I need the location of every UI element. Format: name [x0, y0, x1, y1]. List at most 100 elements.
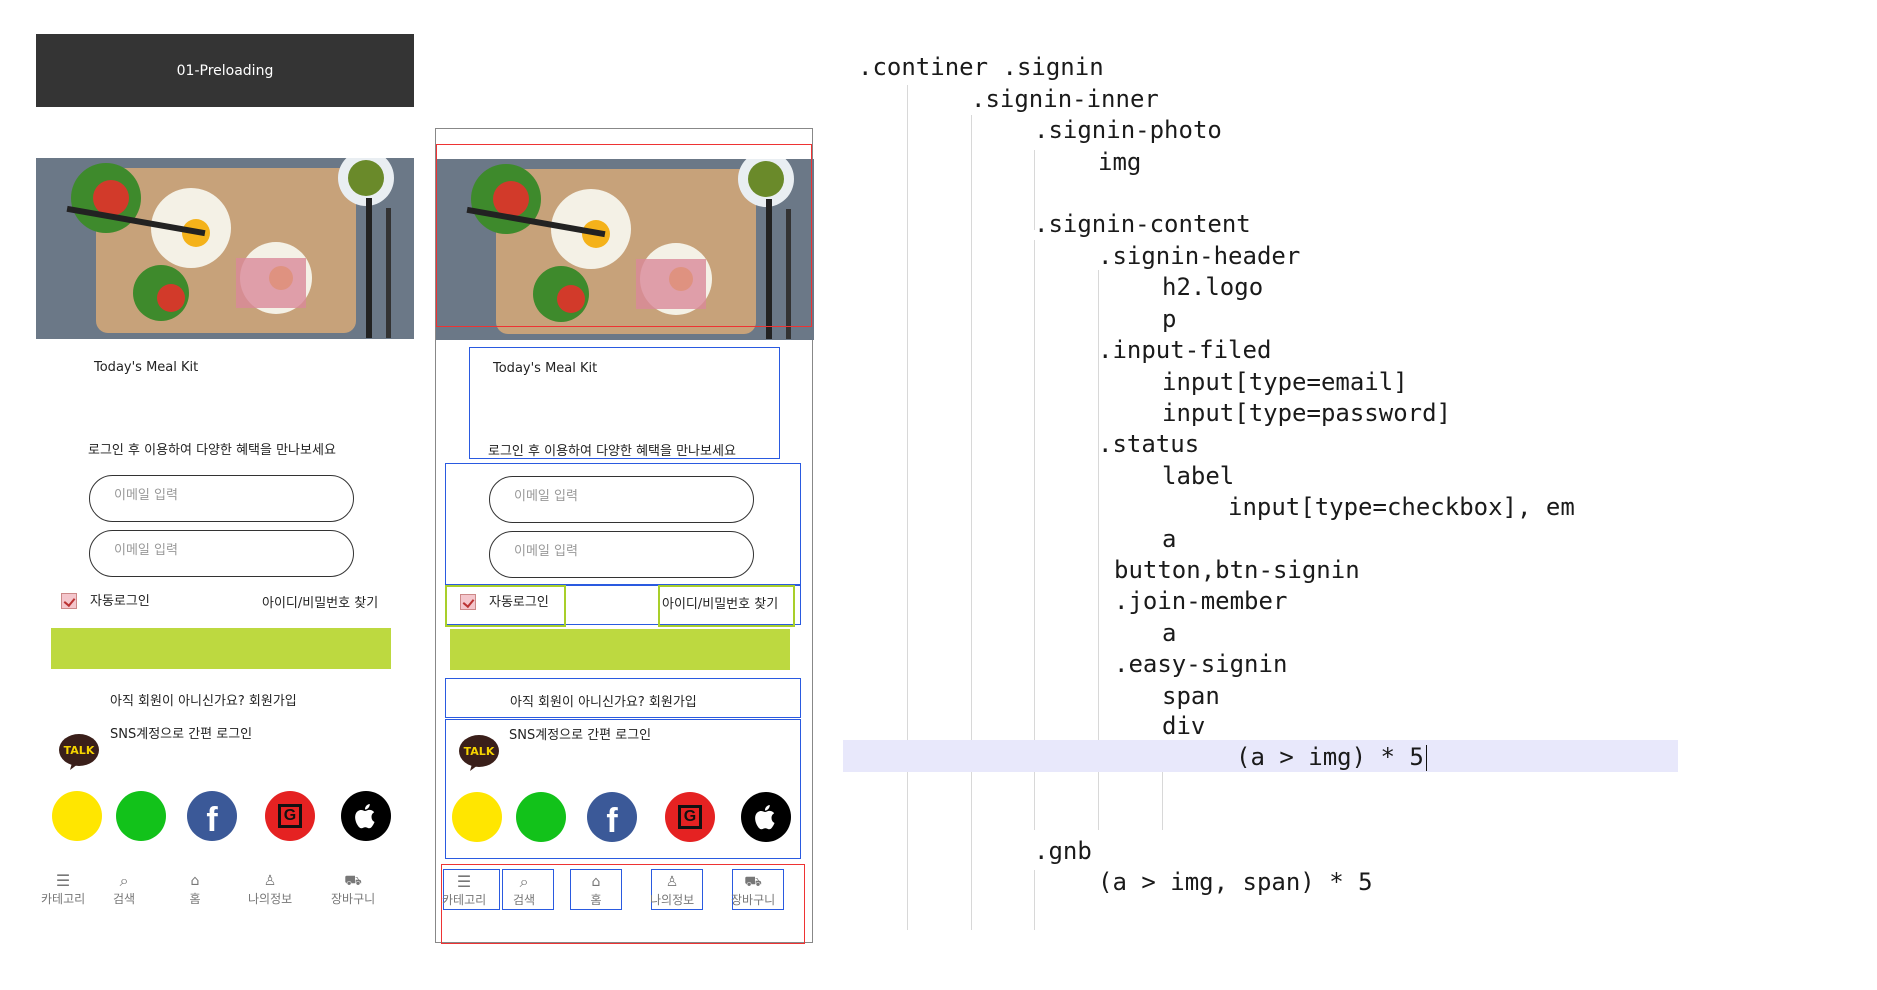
code-line: .input-filed: [1098, 336, 1272, 364]
join-member-link[interactable]: 아직 회원이 아니신가요? 회원가입: [510, 691, 697, 710]
mockup-plain: Today's Meal Kit 로그인 후 이용하여 다양한 혜택을 만나보세…: [36, 128, 414, 943]
signin-photo: [36, 158, 414, 339]
facebook-login-button[interactable]: f: [187, 791, 237, 841]
naver-login-button[interactable]: [516, 792, 566, 842]
join-member-link[interactable]: 아직 회원이 아니신가요? 회원가입: [110, 690, 297, 709]
find-account-link[interactable]: 아이디/비밀번호 찾기: [662, 593, 778, 612]
google-login-button[interactable]: G: [665, 792, 715, 842]
indent-guide: [971, 115, 972, 930]
code-line: p: [1162, 305, 1177, 333]
facebook-icon: f: [606, 801, 618, 840]
svg-text:TALK: TALK: [464, 745, 495, 758]
google-icon: G: [678, 805, 702, 829]
gnb-category[interactable]: ☰ 카테고리: [442, 874, 486, 908]
gnb-label: 홈: [590, 893, 602, 907]
code-line-active: (a > img) * 5: [1236, 743, 1427, 771]
password-input[interactable]: 이메일 입력: [89, 530, 354, 577]
text-cursor: [1425, 745, 1427, 771]
code-line: .signin-content: [1034, 210, 1251, 238]
password-input[interactable]: 이메일 입력: [489, 531, 754, 578]
kakao-login-button[interactable]: [52, 791, 102, 841]
naver-login-button[interactable]: [116, 791, 166, 841]
code-line: a: [1162, 525, 1177, 553]
code-line: a: [1162, 619, 1177, 647]
code-line: .signin-inner: [971, 85, 1159, 113]
cart-icon: ⛟: [744, 874, 762, 890]
google-login-button[interactable]: G: [265, 791, 315, 841]
auto-login-label: 자동로그인: [90, 594, 150, 609]
auto-login-checkbox[interactable]: [460, 594, 476, 610]
photo-outline: [436, 144, 812, 327]
gnb-mypage[interactable]: ♙ 나의정보: [248, 873, 292, 907]
logo-title: Today's Meal Kit: [493, 361, 598, 376]
search-icon: ⌕: [519, 872, 529, 891]
gnb-category[interactable]: ☰ 카테고리: [41, 873, 85, 907]
gnb-label: 카테고리: [442, 893, 487, 907]
gnb-label: 카테고리: [41, 892, 86, 906]
home-icon: ⌂: [591, 874, 601, 890]
gnb-home[interactable]: ⌂ 홈: [587, 874, 605, 908]
code-line: .continer .signin: [858, 53, 1104, 81]
easy-signin-title: SNS계정으로 간편 로그인: [509, 728, 652, 743]
apple-login-button[interactable]: [741, 792, 791, 842]
code-line: label: [1162, 462, 1235, 490]
gnb-cart[interactable]: ⛟ 장바구니: [331, 873, 375, 907]
gnb-label: 나의정보: [248, 892, 293, 906]
logo-title: Today's Meal Kit: [94, 360, 199, 375]
preloading-label: 01-Preloading: [36, 34, 414, 107]
gnb-label: 장바구니: [331, 892, 376, 906]
code-line: input[type=email]: [1162, 368, 1408, 396]
menu-icon: ☰: [55, 871, 71, 890]
auto-login-label: 자동로그인: [489, 595, 549, 610]
code-line: .signin-photo: [1034, 116, 1222, 144]
user-icon: ♙: [263, 873, 277, 889]
mockup-annotated: Today's Meal Kit 로그인 후 이용하여 다양한 혜택을 만나보세…: [435, 128, 814, 944]
code-line: button,btn-signin: [1114, 556, 1360, 584]
menu-icon: ☰: [456, 872, 472, 891]
code-line: .gnb: [1034, 837, 1092, 865]
google-icon: G: [278, 804, 302, 828]
email-input[interactable]: 이메일 입력: [89, 475, 354, 522]
code-line: img: [1098, 148, 1142, 176]
gnb-cart[interactable]: ⛟ 장바구니: [731, 874, 775, 908]
facebook-icon: f: [206, 800, 218, 839]
gnb-mypage[interactable]: ♙ 나의정보: [650, 874, 694, 908]
find-account-link[interactable]: 아이디/비밀번호 찾기: [262, 592, 378, 611]
code-line: h2.logo: [1162, 273, 1264, 301]
email-input[interactable]: 이메일 입력: [489, 476, 754, 523]
gnb-label: 검색: [513, 893, 536, 907]
auto-login-checkbox[interactable]: [61, 593, 77, 609]
search-icon: ⌕: [119, 871, 129, 890]
signin-subtitle: 로그인 후 이용하여 다양한 혜택을 만나보세요: [488, 444, 736, 459]
gnb-label: 장바구니: [731, 893, 776, 907]
cart-icon: ⛟: [344, 873, 362, 889]
signin-button[interactable]: [450, 629, 790, 670]
code-line: (a > img, span) * 5: [1098, 868, 1373, 896]
code-line: (a > img) * 5: [1236, 743, 1424, 771]
facebook-login-button[interactable]: f: [587, 792, 637, 842]
indent-guide: [907, 85, 908, 930]
gnb-label: 나의정보: [650, 893, 695, 907]
code-line: .signin-header: [1098, 242, 1301, 270]
indent-guide: [1034, 870, 1035, 930]
code-line: input[type=password]: [1162, 399, 1451, 427]
code-line: input[type=checkbox], em: [1228, 493, 1575, 521]
kakao-talk-icon: TALK: [458, 734, 500, 772]
user-icon: ♙: [665, 874, 679, 890]
apple-login-button[interactable]: [341, 791, 391, 841]
gnb-search[interactable]: ⌕ 검색: [513, 874, 535, 908]
signin-button[interactable]: [51, 628, 391, 669]
kakao-talk-icon: TALK: [58, 733, 100, 771]
easy-signin-title: SNS계정으로 간편 로그인: [110, 727, 253, 742]
signin-subtitle: 로그인 후 이용하여 다양한 혜택을 만나보세요: [88, 443, 336, 458]
gnb-home[interactable]: ⌂ 홈: [186, 873, 204, 907]
code-line: .status: [1098, 430, 1200, 458]
apple-icon: [355, 804, 375, 829]
kakao-login-button[interactable]: [452, 792, 502, 842]
gnb-search[interactable]: ⌕ 검색: [113, 873, 135, 907]
gnb-label: 홈: [189, 892, 201, 906]
code-line: span: [1162, 682, 1220, 710]
code-line: div: [1162, 712, 1206, 740]
code-line: .join-member: [1114, 587, 1288, 615]
home-icon: ⌂: [190, 873, 200, 889]
